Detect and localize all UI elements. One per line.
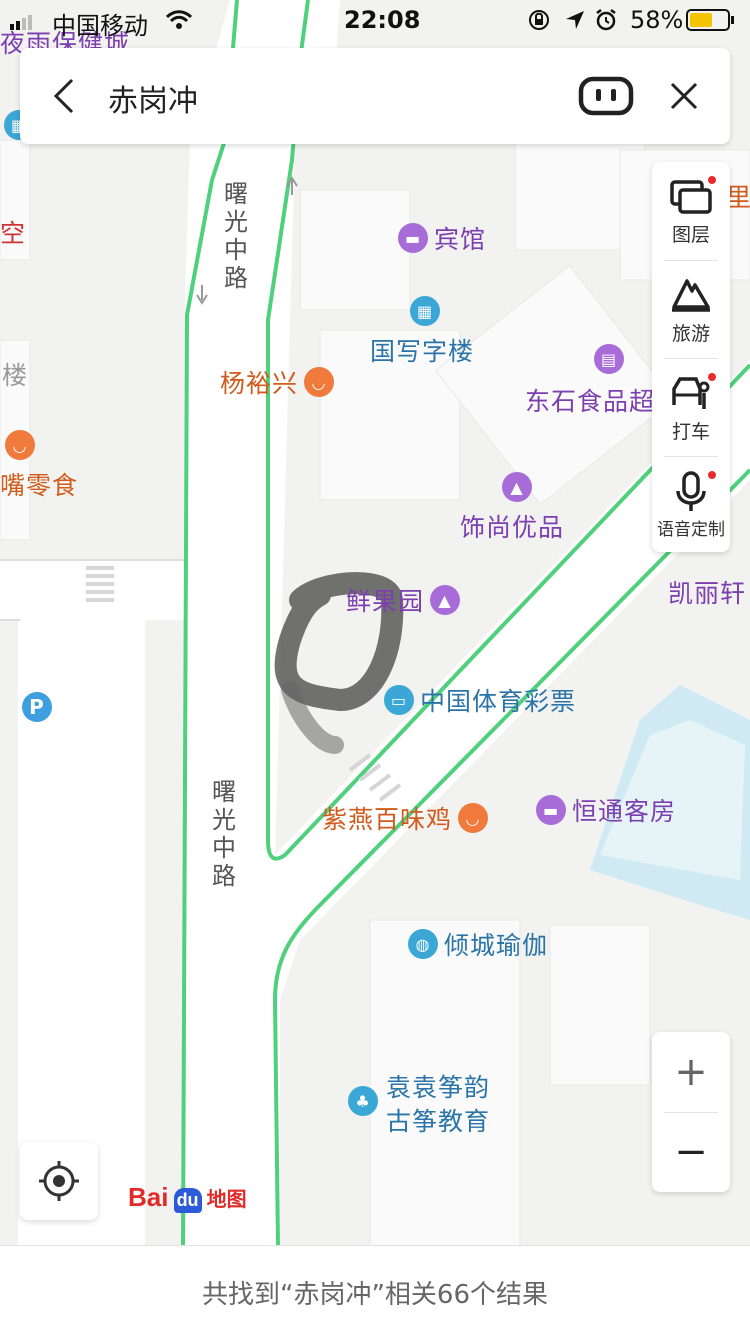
toolbar-label: 打车 (671, 421, 710, 443)
bed-icon: ▬ (536, 795, 566, 825)
poi-label: 恒通客房 (572, 797, 677, 826)
notification-dot (708, 176, 716, 184)
poi-office-label: 国写字楼 (370, 332, 474, 368)
poi-building-partial: 楼 (2, 356, 28, 392)
toolbar-voice[interactable]: 语音定制 (652, 457, 730, 554)
poi-parking[interactable]: P (22, 692, 52, 722)
poi-food-store-icon[interactable]: ▤ (594, 344, 624, 374)
results-footer[interactable]: 共找到“赤岗冲”相关66个结果 (0, 1245, 750, 1335)
map-base-layer (0, 0, 750, 1245)
logo-paw-du: du (173, 1188, 202, 1213)
poi-office-building[interactable]: ▦ (408, 296, 440, 326)
poi-hotel-hengtong[interactable]: ▬ 恒通客房 (536, 792, 676, 828)
poi-zither-icon[interactable]: ♣ (348, 1086, 378, 1116)
bowl-icon: ◡ (5, 430, 35, 460)
poi-hotel[interactable]: ▬ 宾馆 (398, 220, 486, 256)
battery-percent: 58% (630, 6, 684, 34)
close-icon[interactable] (670, 82, 698, 110)
results-count-text: 共找到“赤岗冲”相关66个结果 (201, 1280, 549, 1310)
map-toolbar: 图层 旅游 打车 语音定制 (652, 162, 730, 552)
poi-label: 古筝教育 (386, 1107, 491, 1136)
poi-lottery[interactable]: ▭ 中国体育彩票 (384, 682, 576, 718)
poi-label: 紫燕百味鸡 (322, 805, 453, 834)
building-icon: ▦ (410, 296, 440, 326)
orientation-lock-icon (529, 10, 549, 30)
map-view[interactable]: 曙光中路 曙光中路 ▬ 宾馆 ▦ 国写字楼 杨裕兴 ◡ ▤ 东石食品超 ◡ 嘴零… (0, 0, 750, 1245)
baidu-map-logo: Bai du 地图 (128, 1182, 247, 1213)
bowl-icon: ◡ (304, 367, 335, 397)
wifi-icon (166, 10, 192, 29)
signal-icon (10, 15, 32, 30)
road-label-top: 曙光中路 (224, 180, 248, 292)
poi-label: 国写字楼 (370, 337, 475, 366)
search-query[interactable]: 赤岗冲 (108, 76, 198, 120)
yoga-icon: ◍ (408, 929, 438, 959)
carrier-name: 中国移动 (52, 12, 148, 40)
poi-label: 楼 (2, 361, 29, 390)
back-arrow-icon[interactable] (52, 78, 76, 114)
poi-accessories[interactable]: 饰尚优品 (460, 508, 564, 544)
layers-icon (670, 180, 712, 214)
taxi-icon (672, 377, 710, 409)
assistant-robot-icon[interactable] (578, 76, 634, 116)
poi-zither-line1[interactable]: 袁袁筝韵 (386, 1068, 490, 1104)
poi-fruit[interactable]: 鲜果园 ▲ (346, 582, 461, 618)
poi-snack-icon[interactable]: ◡ (5, 430, 35, 460)
shopping-bag-icon: ▲ (502, 472, 532, 502)
status-bar: 中国移动 22:08 58% (0, 0, 750, 40)
toolbar-label: 语音定制 (657, 520, 725, 540)
poi-restaurant-yangyuxing[interactable]: 杨裕兴 ◡ (220, 364, 335, 400)
poi-accessories-icon[interactable]: ▲ (502, 472, 532, 502)
zoom-in-button[interactable]: + (652, 1032, 730, 1112)
bed-icon: ▬ (398, 223, 428, 253)
toolbar-layers[interactable]: 图层 (652, 162, 730, 259)
location-arrow-icon (566, 11, 584, 29)
microphone-icon (676, 471, 706, 511)
shopping-bag-icon: ▲ (430, 585, 461, 615)
zoom-control: + − (652, 1032, 730, 1192)
poi-chicken[interactable]: 紫燕百味鸡 ◡ (322, 800, 489, 836)
poi-label: 鲜果园 (346, 587, 425, 616)
poi-label: 倾城瑜伽 (444, 931, 549, 960)
bowl-icon: ◡ (458, 803, 489, 833)
battery-icon (686, 9, 734, 31)
road-label-bottom: 曙光中路 (212, 778, 236, 890)
search-bar[interactable]: 赤岗冲 (20, 48, 730, 144)
toolbar-label: 图层 (671, 224, 710, 246)
parking-icon: P (22, 692, 52, 722)
poi-left-partial: 空 (0, 214, 26, 250)
toolbar-travel[interactable]: 旅游 (652, 261, 730, 358)
poi-label: 中国体育彩票 (420, 687, 577, 716)
notification-dot (708, 471, 716, 479)
shop-icon: ▭ (384, 685, 414, 715)
toolbar-label: 旅游 (671, 323, 710, 345)
travel-icon (672, 279, 710, 312)
notification-dot (708, 373, 716, 381)
poi-label: 嘴零食 (0, 471, 79, 500)
poi-label: 饰尚优品 (460, 513, 565, 542)
toolbar-taxi[interactable]: 打车 (652, 359, 730, 456)
clock: 22:08 (344, 6, 421, 34)
poi-label: 空 (0, 219, 27, 248)
alarm-icon (596, 9, 616, 31)
locate-me-button[interactable] (20, 1142, 98, 1220)
poi-label: 杨裕兴 (220, 369, 299, 398)
poi-yoga[interactable]: ◍ 倾城瑜伽 (408, 926, 548, 962)
zoom-out-button[interactable]: − (652, 1112, 730, 1192)
poi-label: 东石食品超 (525, 387, 656, 416)
poi-kaili[interactable]: 凯丽轩 (668, 574, 746, 610)
poi-food-store[interactable]: 东石食品超 (525, 382, 655, 418)
poi-snack[interactable]: 嘴零食 (0, 466, 78, 502)
poi-label: 宾馆 (434, 225, 487, 254)
basket-icon: ▤ (594, 344, 624, 374)
poi-label: 凯丽轩 (668, 579, 747, 608)
poi-zither-line2[interactable]: 古筝教育 (386, 1102, 490, 1138)
crosshair-icon (39, 1161, 79, 1201)
sprout-icon: ♣ (348, 1086, 378, 1116)
logo-text-map: 地图 (206, 1187, 247, 1211)
logo-text-bai: Bai (128, 1182, 169, 1212)
poi-label: 袁袁筝韵 (386, 1073, 491, 1102)
